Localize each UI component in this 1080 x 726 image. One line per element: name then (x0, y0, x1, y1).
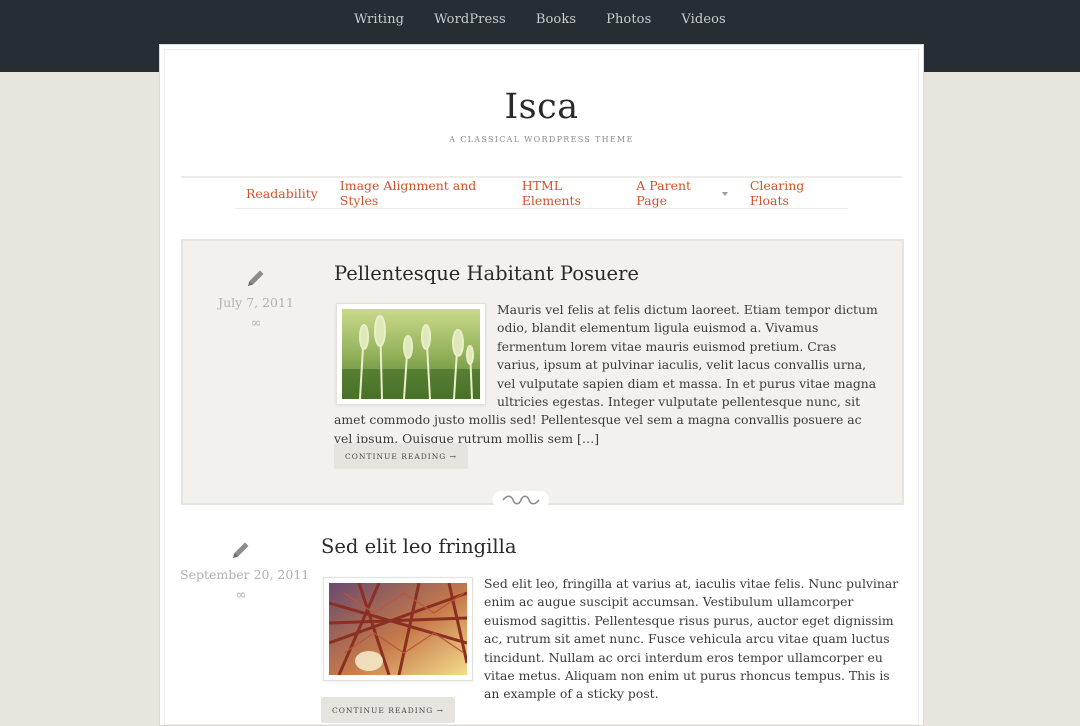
topnav-item-videos[interactable]: Videos (666, 0, 740, 40)
ornament-divider-icon (493, 491, 549, 509)
topnav-item-photos[interactable]: Photos (591, 0, 666, 40)
float-spacer (321, 575, 484, 687)
float-spacer (334, 301, 497, 411)
post-title[interactable]: Sed elit leo fringilla (321, 535, 517, 558)
pencil-icon (233, 542, 249, 558)
site-description: A CLASSICAL WORDPRESS THEME (449, 135, 634, 144)
mainnav-item-html-elements[interactable]: HTML Elements (511, 178, 626, 208)
topnav-item-writing[interactable]: Writing (339, 0, 419, 40)
topnav-item-wordpress[interactable]: WordPress (419, 0, 521, 40)
post-excerpt-text: Sed elit leo, fringilla at varius at, ia… (484, 576, 899, 702)
post-excerpt: Mauris vel felis at felis dictum laoreet… (334, 301, 882, 448)
mainnav-item-readability[interactable]: Readability (235, 186, 329, 201)
post-meta: September 20, 2011 ∞ (180, 539, 309, 603)
post-date[interactable]: September 20, 2011 (180, 567, 309, 582)
mainnav-item-image-alignment[interactable]: Image Alignment and Styles (329, 178, 511, 208)
post-date[interactable]: July 7, 2011 (206, 295, 306, 310)
post-title[interactable]: Pellentesque Habitant Posuere (334, 262, 639, 285)
top-navigation: Writing WordPress Books Photos Videos (0, 0, 1080, 40)
post-meta: July 7, 2011 ∞ (206, 267, 306, 331)
main-navigation: Readability Image Alignment and Styles H… (235, 178, 848, 209)
permalink-icon[interactable]: ∞ (180, 588, 302, 603)
mainnav-item-parent-page-label: A Parent Page (636, 178, 692, 208)
page-container: Isca A CLASSICAL WORDPRESS THEME Readabi… (159, 44, 924, 726)
continue-reading-button[interactable]: CONTINUE READING → (321, 697, 455, 723)
pencil-icon (248, 270, 264, 286)
caret-down-icon (721, 192, 728, 196)
topnav-item-books[interactable]: Books (521, 0, 591, 40)
continue-reading-button[interactable]: CONTINUE READING → (334, 443, 468, 469)
site-title[interactable]: Isca (160, 87, 923, 127)
mainnav-item-clearing-floats[interactable]: Clearing Floats (739, 178, 848, 208)
mainnav-item-parent-page[interactable]: A Parent Page (625, 178, 739, 208)
permalink-icon[interactable]: ∞ (206, 316, 306, 331)
post-excerpt: Sed elit leo, fringilla at varius at, ia… (321, 575, 903, 704)
